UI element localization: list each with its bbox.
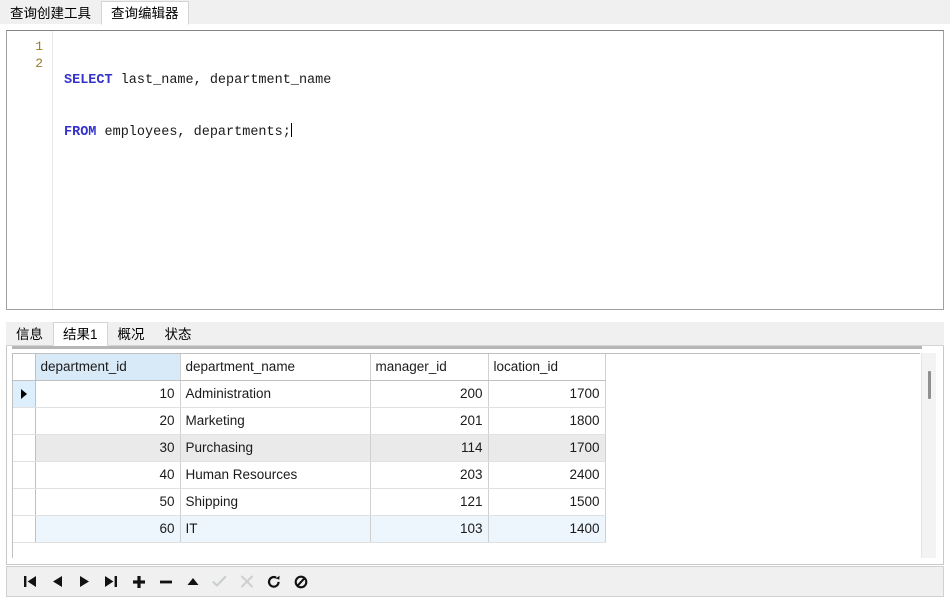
stop-icon xyxy=(294,575,308,589)
tab-query-builder[interactable]: 查询创建工具 xyxy=(0,1,101,24)
delete-record-button[interactable] xyxy=(152,570,179,594)
cell-manager-id[interactable]: 121 xyxy=(370,488,488,515)
editor-tabstrip: 查询创建工具 查询编辑器 xyxy=(0,0,950,24)
apply-changes-icon xyxy=(212,575,227,588)
table-header-row: department_id department_name manager_id… xyxy=(13,354,605,380)
sql-query-window: 查询创建工具 查询编辑器 1 2 SELECT last_name, depar… xyxy=(0,0,950,603)
add-record-icon xyxy=(132,575,146,589)
row-indicator[interactable] xyxy=(13,461,35,488)
cell-department-id[interactable]: 60 xyxy=(35,515,180,542)
next-record-icon xyxy=(78,575,91,588)
previous-record-icon xyxy=(51,575,64,588)
result-table: department_id department_name manager_id… xyxy=(13,354,606,543)
column-header-manager-id[interactable]: manager_id xyxy=(370,354,488,380)
first-record-icon xyxy=(23,575,38,588)
bookmark-margin xyxy=(53,31,64,309)
cell-department-id[interactable]: 10 xyxy=(35,380,180,407)
cell-manager-id[interactable]: 200 xyxy=(370,380,488,407)
cell-location-id[interactable]: 1400 xyxy=(488,515,605,542)
last-record-button[interactable] xyxy=(98,570,125,594)
cell-department-name[interactable]: Purchasing xyxy=(180,434,370,461)
cell-department-id[interactable]: 40 xyxy=(35,461,180,488)
table-row[interactable]: 30 Purchasing 114 1700 xyxy=(13,434,605,461)
code-line-2: FROM employees, departments; xyxy=(64,123,943,140)
record-navigation-toolbar xyxy=(6,566,944,597)
table-row[interactable]: 50 Shipping 121 1500 xyxy=(13,488,605,515)
sql-text: last_name, department_name xyxy=(113,73,332,88)
table-row[interactable]: 60 IT 103 1400 xyxy=(13,515,605,542)
sql-editor-inner: 1 2 SELECT last_name, department_name FR… xyxy=(7,31,943,309)
previous-record-button[interactable] xyxy=(44,570,71,594)
cell-location-id[interactable]: 1500 xyxy=(488,488,605,515)
delete-record-icon xyxy=(159,575,173,589)
result-tabstrip: 信息 结果1 概况 状态 xyxy=(6,322,944,346)
cell-location-id[interactable]: 2400 xyxy=(488,461,605,488)
stop-button[interactable] xyxy=(287,570,314,594)
cell-department-id[interactable]: 50 xyxy=(35,488,180,515)
line-number-gutter: 1 2 xyxy=(7,31,53,309)
code-line-1: SELECT last_name, department_name xyxy=(64,72,943,89)
line-number: 1 xyxy=(7,38,52,55)
cell-department-id[interactable]: 20 xyxy=(35,407,180,434)
sql-code-area[interactable]: SELECT last_name, department_name FROM e… xyxy=(64,38,943,174)
cancel-changes-button[interactable] xyxy=(233,570,260,594)
cell-department-name[interactable]: Human Resources xyxy=(180,461,370,488)
cell-manager-id[interactable]: 201 xyxy=(370,407,488,434)
cell-department-name[interactable]: Shipping xyxy=(180,488,370,515)
edit-record-icon xyxy=(186,575,200,588)
sql-editor-panel[interactable]: 1 2 SELECT last_name, department_name FR… xyxy=(6,30,944,310)
tab-status[interactable]: 状态 xyxy=(155,323,202,345)
cell-manager-id[interactable]: 114 xyxy=(370,434,488,461)
cell-manager-id[interactable]: 103 xyxy=(370,515,488,542)
tab-query-editor[interactable]: 查询编辑器 xyxy=(101,1,189,25)
row-indicator-header xyxy=(13,354,35,380)
cell-department-name[interactable]: IT xyxy=(180,515,370,542)
refresh-icon xyxy=(267,575,281,589)
tab-profile[interactable]: 概况 xyxy=(108,323,155,345)
table-row[interactable]: 40 Human Resources 203 2400 xyxy=(13,461,605,488)
result-grid-viewport[interactable]: department_id department_name manager_id… xyxy=(12,353,920,558)
result-grid-vertical-scrollbar[interactable] xyxy=(921,353,936,558)
row-indicator[interactable] xyxy=(13,488,35,515)
sql-keyword: FROM xyxy=(64,125,96,140)
row-indicator[interactable] xyxy=(13,515,35,542)
column-header-department-name[interactable]: department_name xyxy=(180,354,370,380)
tab-result1[interactable]: 结果1 xyxy=(53,322,108,346)
column-header-location-id[interactable]: location_id xyxy=(488,354,605,380)
sql-text: employees, departments; xyxy=(96,125,290,140)
scrollbar-thumb[interactable] xyxy=(928,371,931,399)
edit-record-button[interactable] xyxy=(179,570,206,594)
cell-location-id[interactable]: 1700 xyxy=(488,380,605,407)
table-row[interactable]: 10 Administration 200 1700 xyxy=(13,380,605,407)
apply-changes-button[interactable] xyxy=(206,570,233,594)
column-header-department-id[interactable]: department_id xyxy=(35,354,180,380)
result-grid-panel: department_id department_name manager_id… xyxy=(6,346,944,565)
cancel-changes-icon xyxy=(240,575,254,588)
text-caret xyxy=(291,123,292,137)
table-row[interactable]: 20 Marketing 201 1800 xyxy=(13,407,605,434)
cell-location-id[interactable]: 1800 xyxy=(488,407,605,434)
refresh-button[interactable] xyxy=(260,570,287,594)
grid-top-divider xyxy=(12,346,922,349)
row-indicator[interactable] xyxy=(13,380,35,407)
first-record-button[interactable] xyxy=(17,570,44,594)
tab-info[interactable]: 信息 xyxy=(6,323,53,345)
current-row-arrow-icon xyxy=(21,389,27,399)
row-indicator[interactable] xyxy=(13,434,35,461)
row-indicator[interactable] xyxy=(13,407,35,434)
cell-manager-id[interactable]: 203 xyxy=(370,461,488,488)
last-record-icon xyxy=(104,575,119,588)
add-record-button[interactable] xyxy=(125,570,152,594)
sql-keyword: SELECT xyxy=(64,73,113,88)
line-number: 2 xyxy=(7,55,52,72)
cell-department-id[interactable]: 30 xyxy=(35,434,180,461)
cell-location-id[interactable]: 1700 xyxy=(488,434,605,461)
next-record-button[interactable] xyxy=(71,570,98,594)
cell-department-name[interactable]: Administration xyxy=(180,380,370,407)
cell-department-name[interactable]: Marketing xyxy=(180,407,370,434)
